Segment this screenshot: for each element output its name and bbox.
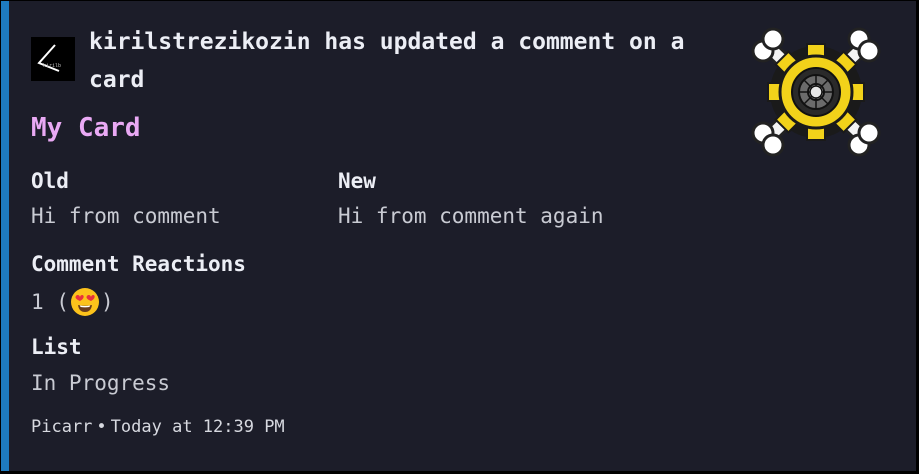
card-title[interactable]: My Card [31, 113, 141, 143]
accent-bar [1, 1, 9, 471]
field-list-label: List [31, 335, 82, 359]
heart-eyes-emoji-icon [70, 287, 100, 317]
notification-embed: kirilb kirilstrezikozin has updated a co… [0, 0, 917, 472]
footer-timestamp[interactable]: Today at 12:39 PM [111, 417, 285, 437]
reactions-close: ) [100, 290, 114, 314]
field-new-label: New [338, 169, 376, 193]
author-row: kirilb kirilstrezikozin has updated a co… [31, 23, 711, 99]
author-name: kirilstrezikozin has updated a comment o… [89, 29, 685, 93]
gear-skull-crossbones-icon [751, 27, 881, 157]
reactions-value: 1 ( ) [31, 287, 114, 317]
field-new-value: Hi from comment again [338, 204, 604, 228]
reactions-count: 1 ( [31, 290, 69, 314]
field-old-value: Hi from comment [31, 204, 221, 228]
avatar-logo-icon: kirilb [31, 37, 75, 81]
footer-separator: • [96, 417, 107, 437]
field-reactions-label: Comment Reactions [31, 252, 246, 276]
field-old-label: Old [31, 169, 69, 193]
footer-app-name: Picarr [31, 417, 93, 437]
svg-text:kirilb: kirilb [43, 63, 61, 69]
field-list-value: In Progress [31, 371, 171, 395]
footer: Picarr • Today at 12:39 PM [31, 417, 285, 437]
